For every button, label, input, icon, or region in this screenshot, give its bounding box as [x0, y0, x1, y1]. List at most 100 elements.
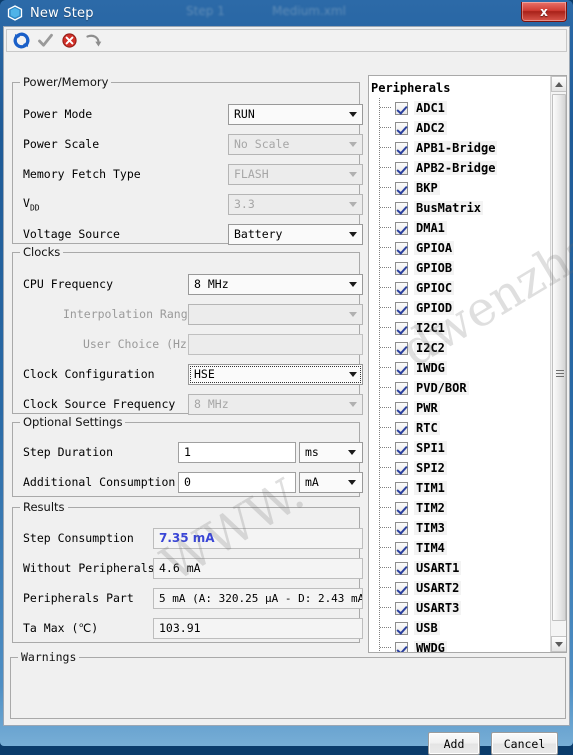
tree-item[interactable]: USART2 — [369, 578, 550, 598]
cancel-button[interactable]: Cancel — [491, 732, 558, 755]
checkbox-rtc[interactable] — [395, 421, 408, 435]
tree-item[interactable]: I2C2 — [369, 338, 550, 358]
tree-item[interactable]: PVD/BOR — [369, 378, 550, 398]
checkbox-gpiod[interactable] — [395, 301, 408, 315]
checkbox-adc1[interactable] — [395, 101, 408, 115]
checkbox-wwdg[interactable] — [395, 641, 408, 652]
combo-power-mode[interactable]: RUN — [228, 103, 363, 125]
scroll-down-icon[interactable] — [551, 636, 566, 652]
checkbox-tim3[interactable] — [395, 521, 408, 535]
checkbox-apb1-bridge[interactable] — [395, 141, 408, 155]
tree-item[interactable]: I2C1 — [369, 318, 550, 338]
combo-clock-configuration-value: HSE — [194, 367, 215, 381]
checkbox-adc2[interactable] — [395, 121, 408, 135]
checkbox-dma1[interactable] — [395, 221, 408, 235]
undo-icon[interactable] — [84, 32, 102, 50]
checkbox-spi1[interactable] — [395, 441, 408, 455]
combo-step-duration-unit[interactable]: ms — [299, 441, 363, 463]
checkbox-gpioc[interactable] — [395, 281, 408, 295]
chevron-down-icon[interactable] — [342, 443, 362, 462]
tree-item[interactable]: USART3 — [369, 598, 550, 618]
tree-item[interactable]: GPIOA — [369, 238, 550, 258]
chevron-down-icon[interactable] — [344, 365, 362, 384]
checkbox-iwdg[interactable] — [395, 361, 408, 375]
checkbox-gpioa[interactable] — [395, 241, 408, 255]
chevron-down-icon[interactable] — [342, 473, 362, 492]
combo-cpu-frequency[interactable]: 8 MHz — [188, 273, 363, 295]
close-button[interactable]: x — [521, 2, 567, 22]
value-peripherals-part-text: 5 mA (A: 320.25 µA - D: 2.43 mA) — [159, 591, 363, 605]
tree-item[interactable]: SPI2 — [369, 458, 550, 478]
checkbox-usart1[interactable] — [395, 561, 408, 575]
tree-item[interactable]: GPIOD — [369, 298, 550, 318]
scrollbar-thumb[interactable] — [552, 94, 566, 621]
combo-clock-configuration[interactable]: HSE — [188, 363, 363, 385]
tree-item[interactable]: GPIOC — [369, 278, 550, 298]
tree-item[interactable]: BusMatrix — [369, 198, 550, 218]
checkbox-usart2[interactable] — [395, 581, 408, 595]
tree-elbow — [380, 127, 391, 128]
tree-item[interactable]: RTC — [369, 418, 550, 438]
checkbox-tim2[interactable] — [395, 501, 408, 515]
tree-item[interactable]: TIM3 — [369, 518, 550, 538]
row-peripherals-part: Peripherals Part 5 mA (A: 320.25 µA - D:… — [23, 586, 363, 610]
tree-item[interactable]: ADC2 — [369, 118, 550, 138]
tree-item[interactable]: USB — [369, 618, 550, 638]
checkbox-tim4[interactable] — [395, 541, 408, 555]
check-icon[interactable] — [36, 32, 54, 50]
tree-item-label: TIM2 — [414, 501, 447, 515]
tree-item[interactable]: TIM4 — [369, 538, 550, 558]
combo-voltage-source[interactable]: Battery — [228, 223, 363, 245]
chevron-down-icon[interactable] — [344, 225, 362, 244]
tree-elbow — [380, 247, 391, 248]
checkbox-spi2[interactable] — [395, 461, 408, 475]
scroll-up-icon[interactable] — [551, 76, 566, 92]
combo-vdd-value: 3.3 — [234, 197, 255, 211]
tree-elbow — [380, 367, 391, 368]
tree-item[interactable]: WWDG — [369, 638, 550, 652]
checkbox-busmatrix[interactable] — [395, 201, 408, 215]
tree-line — [379, 558, 380, 578]
checkbox-i2c2[interactable] — [395, 341, 408, 355]
chevron-down-icon[interactable] — [344, 275, 362, 294]
checkbox-tim1[interactable] — [395, 481, 408, 495]
input-step-duration[interactable]: 1 — [178, 441, 296, 463]
tree-item[interactable]: DMA1 — [369, 218, 550, 238]
peripherals-scrollbar[interactable] — [550, 76, 566, 652]
tree-line — [379, 418, 380, 438]
label-step-consumption: Step Consumption — [23, 531, 134, 545]
checkbox-usart3[interactable] — [395, 601, 408, 615]
tree-item[interactable]: SPI1 — [369, 438, 550, 458]
input-user-choice-hz[interactable] — [188, 333, 363, 355]
chevron-down-icon[interactable] — [344, 105, 362, 124]
checkbox-pvd-bor[interactable] — [395, 381, 408, 395]
warnings-legend: Warnings — [18, 650, 80, 664]
chevron-down-icon — [344, 395, 362, 414]
checkbox-bkp[interactable] — [395, 181, 408, 195]
tree-item[interactable]: PWR — [369, 398, 550, 418]
cancel-icon[interactable] — [60, 32, 78, 50]
tree-line — [379, 218, 380, 238]
tree-item[interactable]: BKP — [369, 178, 550, 198]
add-button[interactable]: Add — [428, 732, 480, 755]
refresh-icon[interactable] — [12, 32, 30, 50]
peripherals-tree[interactable]: Peripherals ADC1 ADC2 APB1-Bridge APB2-Brid… — [369, 76, 550, 652]
checkbox-pwr[interactable] — [395, 401, 408, 415]
tree-item[interactable]: GPIOB — [369, 258, 550, 278]
tree-item[interactable]: IWDG — [369, 358, 550, 378]
combo-memory-fetch-type: FLASH — [228, 163, 363, 185]
combo-additional-consumption-unit[interactable]: mA — [299, 471, 363, 493]
tree-item[interactable]: USART1 — [369, 558, 550, 578]
tree-item[interactable]: TIM1 — [369, 478, 550, 498]
checkbox-i2c1[interactable] — [395, 321, 408, 335]
checkbox-usb[interactable] — [395, 621, 408, 635]
tree-item[interactable]: ADC1 — [369, 98, 550, 118]
tree-item[interactable]: TIM2 — [369, 498, 550, 518]
tree-item[interactable]: APB2-Bridge — [369, 158, 550, 178]
checkbox-gpiob[interactable] — [395, 261, 408, 275]
combo-voltage-source-value: Battery — [234, 227, 283, 241]
checkbox-apb2-bridge[interactable] — [395, 161, 408, 175]
input-additional-consumption[interactable]: 0 — [178, 471, 296, 493]
tree-item-label: PVD/BOR — [414, 381, 469, 395]
tree-item[interactable]: APB1-Bridge — [369, 138, 550, 158]
